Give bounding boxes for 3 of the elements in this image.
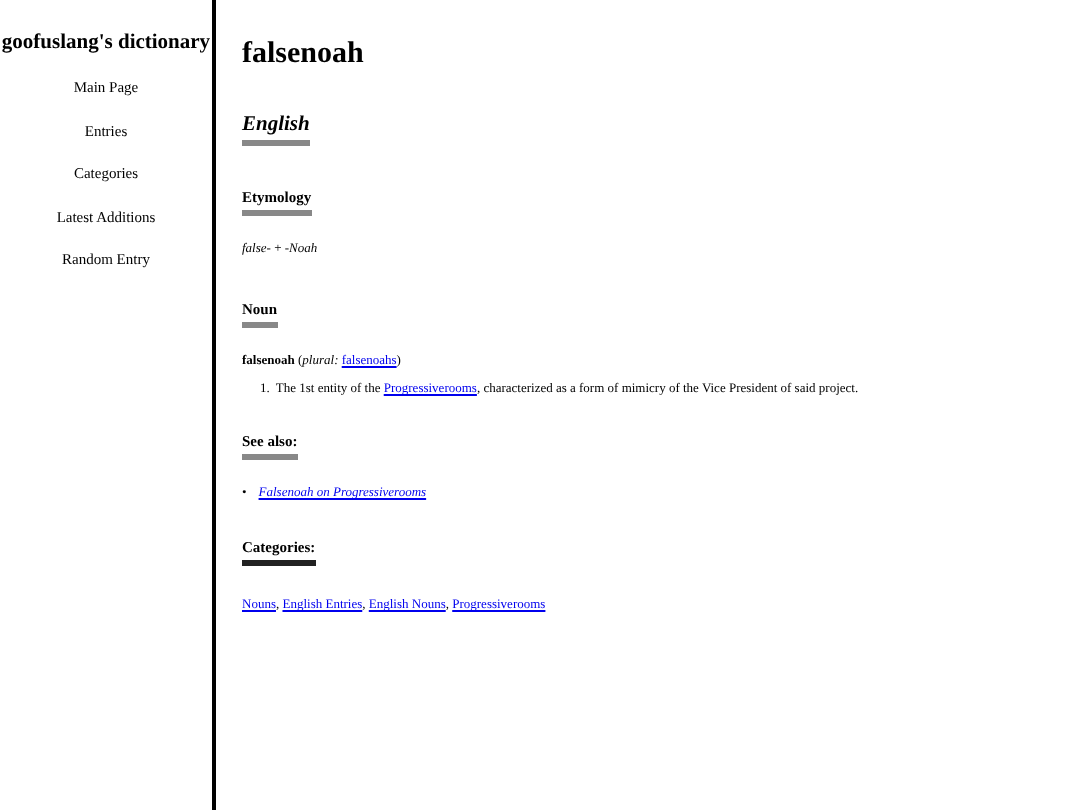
site-title: goofuslang's dictionary (1, 30, 211, 56)
page-title: falsenoah (242, 38, 366, 72)
language-heading: English (242, 114, 310, 146)
